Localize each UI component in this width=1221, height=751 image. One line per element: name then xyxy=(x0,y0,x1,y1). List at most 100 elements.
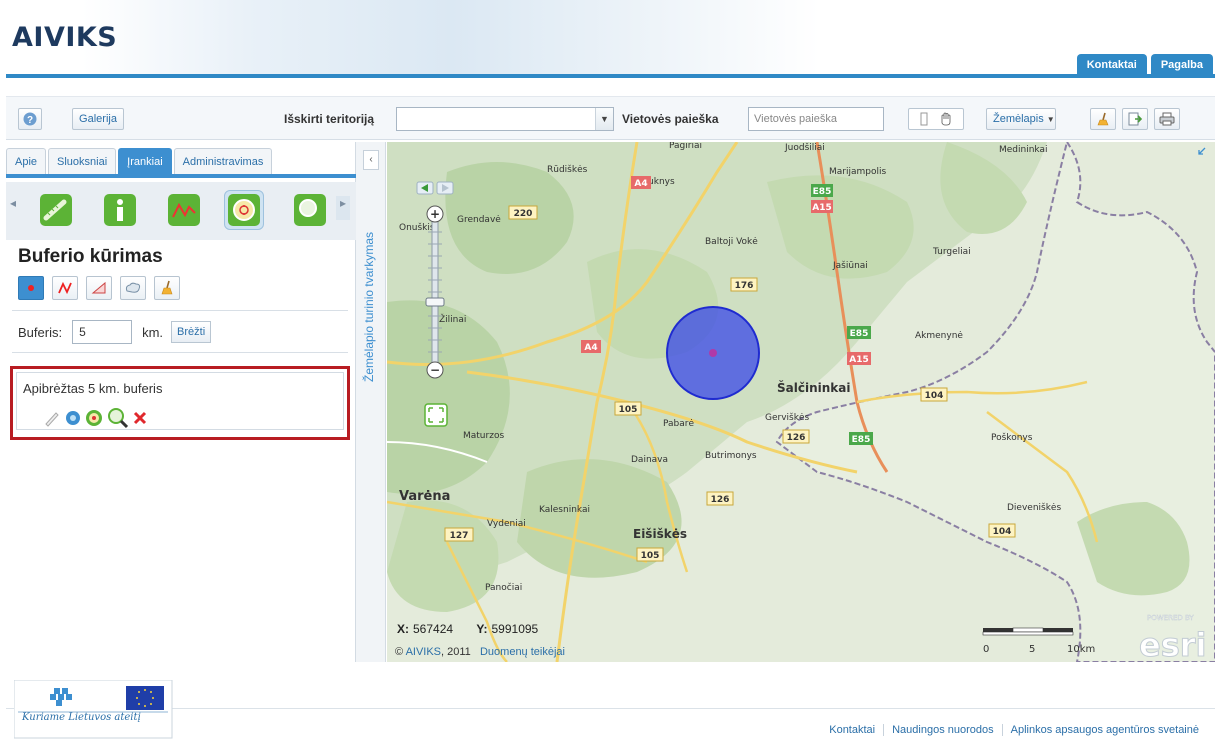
measure-icon xyxy=(40,194,72,226)
tool-buffer[interactable] xyxy=(224,190,264,230)
place-label: Eišiškės xyxy=(633,527,687,541)
tab-layers[interactable]: Sluoksniai xyxy=(48,148,117,174)
place-label: Dieveniškės xyxy=(1007,502,1061,513)
place-label: Marijampolis xyxy=(829,167,886,177)
broom-icon xyxy=(1097,112,1109,126)
place-label: Onuškis xyxy=(399,222,435,233)
pointer-icon[interactable] xyxy=(919,112,929,126)
buffer-result-highlight: Apibrėžtas 5 km. buferis xyxy=(10,366,350,440)
zoom-handle[interactable] xyxy=(425,297,445,307)
eraser-icon xyxy=(161,280,173,295)
top-links: Kontaktai Pagalba xyxy=(1075,54,1213,76)
header: AIVIKS Kontaktai Pagalba xyxy=(0,0,1221,80)
road-shield: 220 xyxy=(514,209,533,219)
footer-tagline: Kuriame Lietuvos ateitį xyxy=(22,712,141,723)
basemap-dropdown[interactable]: Žemėlapis ▼ xyxy=(986,108,1056,130)
tab-about[interactable]: Apie xyxy=(6,148,47,174)
road-shield: 104 xyxy=(993,527,1012,537)
svg-text:?: ? xyxy=(27,115,33,126)
buffer-icon[interactable] xyxy=(85,409,103,427)
data-providers-link[interactable]: Duomenų teikėjai xyxy=(480,646,565,658)
delete-icon[interactable] xyxy=(133,411,147,425)
export-button[interactable] xyxy=(1122,108,1148,130)
buffer-row: Buferis: 5 km. Brėžti xyxy=(18,320,212,344)
road-shield: A15 xyxy=(812,203,832,213)
scroll-left-icon[interactable]: ◂ xyxy=(6,196,20,220)
svg-text:−: − xyxy=(430,363,440,377)
road-shield: A15 xyxy=(849,355,869,365)
tool-profile[interactable] xyxy=(164,190,204,230)
basemap-label: Žemėlapis xyxy=(993,113,1044,125)
aiviks-link[interactable]: AIVIKS xyxy=(406,646,441,658)
tool-search[interactable] xyxy=(290,190,330,230)
road-shield: 126 xyxy=(787,433,806,443)
edit-icon[interactable] xyxy=(43,409,61,427)
draw-point-button[interactable] xyxy=(18,276,44,300)
road-shield: E85 xyxy=(852,435,871,445)
search-label: Vietovės paieška xyxy=(622,112,719,126)
draw-buttons xyxy=(18,276,188,300)
search-icon[interactable] xyxy=(107,407,129,429)
zoom-to-icon[interactable] xyxy=(65,410,81,426)
full-extent-icon[interactable] xyxy=(424,403,448,427)
gallery-button[interactable]: Galerija xyxy=(72,108,124,130)
search-input[interactable]: Vietovės paieška xyxy=(748,107,884,131)
zoom-slider[interactable]: + − xyxy=(425,205,445,379)
road-shield: A4 xyxy=(634,179,647,189)
chevron-down-icon: ▼ xyxy=(595,108,613,130)
toc-label[interactable]: Žemėlapio turinio tvarkymas xyxy=(362,182,380,382)
scroll-right-icon[interactable]: ▸ xyxy=(336,196,350,220)
place-label: Grendavė xyxy=(457,215,501,225)
buffer-center-point[interactable] xyxy=(709,349,717,357)
road-shield: 105 xyxy=(641,551,660,561)
top-link-help[interactable]: Pagalba xyxy=(1150,54,1213,76)
place-label: Akmenynė xyxy=(915,331,963,341)
header-divider xyxy=(6,74,1215,78)
footer-link-contacts[interactable]: Kontaktai xyxy=(821,724,883,736)
draw-freehand-button[interactable] xyxy=(120,276,146,300)
collapse-toc-icon[interactable]: ‹ xyxy=(363,150,379,170)
place-label: Kalesninkai xyxy=(539,505,590,515)
coord-x-label: X: xyxy=(397,622,409,636)
help-button[interactable]: ? xyxy=(18,108,42,130)
scale-label: 5 xyxy=(1029,644,1035,655)
point-icon xyxy=(28,285,34,291)
export-icon xyxy=(1128,112,1143,126)
map-view[interactable]: Pagiriai Juodšiliai Medininkai Marijampo… xyxy=(387,142,1215,662)
clear-button[interactable] xyxy=(1090,108,1116,130)
tab-administration[interactable]: Administravimas xyxy=(173,148,273,174)
buffer-label: Buferis: xyxy=(18,324,63,340)
tab-tools[interactable]: Įrankiai xyxy=(118,148,172,174)
esri-text: esri xyxy=(1139,626,1207,662)
place-label: Medininkai xyxy=(999,145,1048,155)
tool-info[interactable] xyxy=(100,190,140,230)
draw-polygon-button[interactable] xyxy=(86,276,112,300)
tool-measure[interactable] xyxy=(36,190,76,230)
eu-funding-logo[interactable] xyxy=(14,680,174,740)
eraser-button[interactable] xyxy=(154,276,180,300)
footer-link-useful[interactable]: Naudingos nuorodos xyxy=(883,724,1002,736)
footer-link-agency[interactable]: Aplinkos apsaugos agentūros svetainė xyxy=(1001,724,1207,736)
pan-hand-icon[interactable] xyxy=(939,112,953,126)
draw-line-button[interactable] xyxy=(52,276,78,300)
place-label: Baltoji Vokė xyxy=(705,237,758,247)
road-shield: 126 xyxy=(711,495,730,505)
print-button[interactable] xyxy=(1154,108,1180,130)
place-label: Žilinai xyxy=(439,313,466,325)
coord-y: 5991095 xyxy=(491,622,539,636)
draw-buffer-button[interactable]: Brėžti xyxy=(171,321,212,343)
place-label: Maturzos xyxy=(463,431,504,441)
divider xyxy=(12,310,348,311)
territory-select[interactable]: ▼ xyxy=(396,107,614,131)
line-icon xyxy=(58,281,72,295)
logo[interactable]: AIVIKS xyxy=(12,22,117,53)
freehand-icon xyxy=(125,282,141,293)
top-link-contacts[interactable]: Kontaktai xyxy=(1076,54,1147,76)
road-shield: A4 xyxy=(584,343,597,353)
copyright-year: , 2011 xyxy=(441,646,471,658)
road-shield: 176 xyxy=(735,281,754,291)
buffer-distance-input[interactable]: 5 xyxy=(72,320,133,344)
map-canvas[interactable]: Pagiriai Juodšiliai Medininkai Marijampo… xyxy=(387,142,1215,662)
divider xyxy=(12,352,348,353)
profile-icon xyxy=(168,194,200,226)
